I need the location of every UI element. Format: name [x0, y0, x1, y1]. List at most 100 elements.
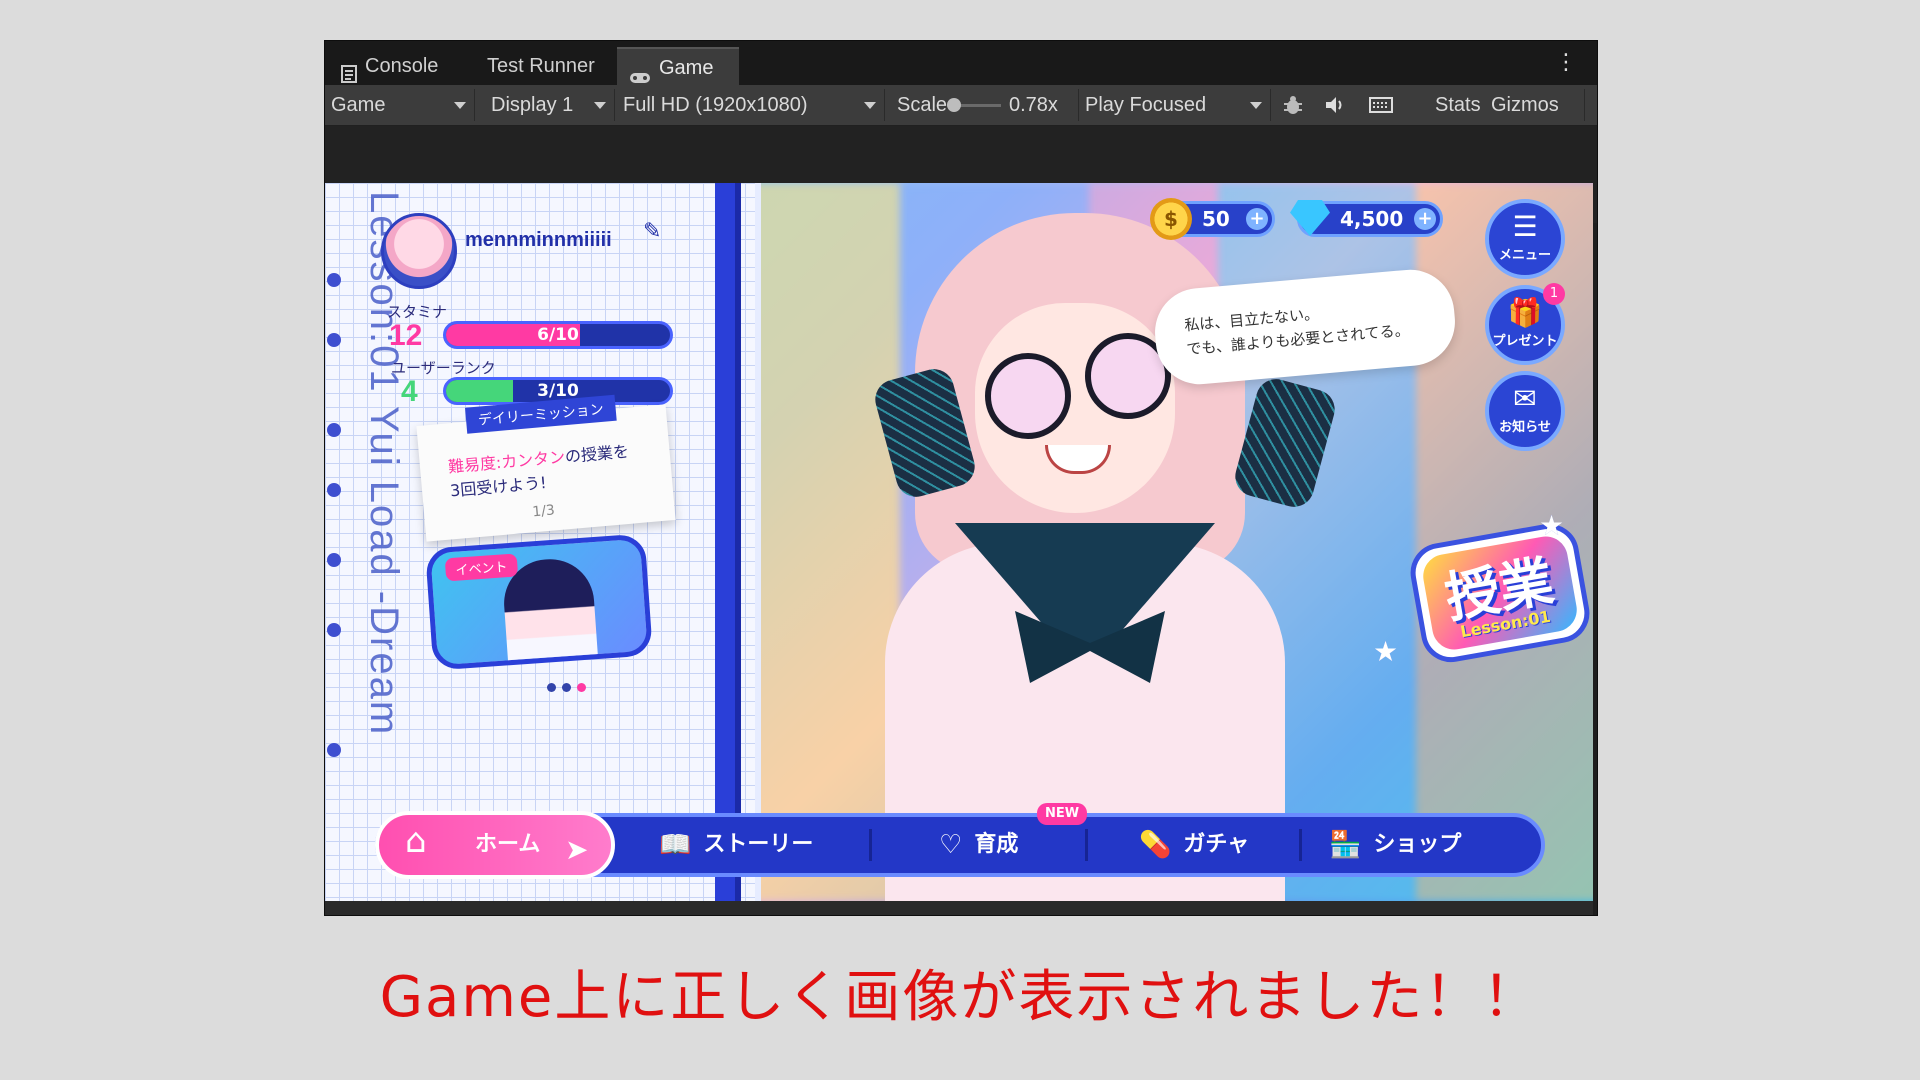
event-carousel-dots[interactable]	[547, 677, 592, 696]
glasses-left	[985, 353, 1071, 439]
scale-value: 0.78x	[1009, 94, 1058, 116]
nav-divider	[1299, 829, 1302, 861]
tab-game[interactable]: Game	[617, 47, 739, 85]
gem-value: 4,500	[1340, 207, 1404, 231]
menu-label: メニュー	[1498, 248, 1551, 263]
nav-home[interactable]: ⌂ ホーム ➤	[375, 811, 615, 879]
play-mode-select[interactable]: Play Focused	[1079, 89, 1271, 121]
gem-counter: 4,500 +	[1290, 200, 1443, 237]
tab-bar: Console Test Runner Game ⋮	[325, 41, 1597, 86]
username: mennminnmiiiii	[465, 229, 612, 251]
nav-training-label: 育成	[974, 832, 1019, 857]
nav-training[interactable]: ♡ 育成 NEW	[939, 803, 1088, 873]
keyboard-shortcuts-icon[interactable]	[1361, 89, 1401, 121]
stamina-bar-text: 6/10	[537, 325, 579, 345]
gizmos-button[interactable]: Gizmos	[1485, 89, 1585, 121]
menu-button[interactable]: ☰ メニュー	[1485, 199, 1565, 279]
event-banner[interactable]: イベント	[425, 533, 653, 671]
resolution-select-value: Full HD (1920x1080)	[623, 94, 808, 116]
star-icon: ★	[1373, 635, 1399, 668]
chevron-down-icon	[1250, 102, 1262, 109]
scale-label: Scale	[897, 94, 948, 116]
nav-story[interactable]: 📖 ストーリー	[659, 817, 813, 873]
mute-audio-icon[interactable]	[1317, 89, 1353, 121]
spiral-ring	[327, 743, 341, 757]
caption-text: Game上に正しく画像が表示されました！！	[379, 965, 1541, 1030]
cursor-icon: ➤	[565, 833, 589, 866]
scale-control: Scale 0.78x	[885, 89, 1079, 121]
play-mode-select-value: Play Focused	[1085, 94, 1207, 116]
tab-test-runner-label: Test Runner	[487, 55, 595, 77]
menu-icon: ☰	[1512, 210, 1538, 243]
stats-button[interactable]: Stats	[1429, 89, 1485, 121]
unity-game-window: Console Test Runner Game ⋮ Game Display …	[324, 40, 1598, 916]
tab-console[interactable]: Console	[329, 47, 450, 85]
daily-mission-text: 難易度:カンタンの授業を 3回受けよう!	[447, 438, 650, 503]
game-toolbar: Game Display 1 Full HD (1920x1080) Scale…	[325, 85, 1597, 126]
present-badge: 1	[1543, 283, 1565, 305]
display-select[interactable]: Display 1	[475, 89, 615, 121]
spiral-ring	[327, 483, 341, 497]
carousel-dot-active[interactable]	[577, 683, 586, 692]
nav-home-label: ホーム	[475, 832, 541, 857]
debug-bug-icon[interactable]	[1275, 89, 1311, 121]
spiral-ring	[327, 623, 341, 637]
game-view[interactable]: Lesson:01 Yui Load -Dream mennminnmiiiii…	[325, 183, 1593, 901]
scale-slider-track[interactable]	[955, 104, 1001, 107]
display-select-value: Display 1	[491, 94, 574, 116]
daily-mission-card[interactable]: デイリーミッション 難易度:カンタンの授業を 3回受けよう! 1/3	[416, 394, 676, 542]
coin-value: 50	[1202, 207, 1230, 231]
rank-level: 4	[401, 375, 418, 408]
stats-label: Stats	[1435, 94, 1481, 116]
present-button[interactable]: 🎁 プレゼント 1	[1485, 283, 1565, 365]
book-icon: 📖	[659, 830, 692, 860]
tab-test-runner[interactable]: Test Runner	[475, 47, 607, 85]
speech-text: 私は、目立たない。 でも、誰よりも必要とされてる。	[1183, 294, 1411, 361]
spiral-ring	[327, 423, 341, 437]
shop-icon: 🏪	[1329, 830, 1362, 860]
coin-icon: $	[1150, 198, 1192, 240]
nav-gacha[interactable]: 💊 ガチャ	[1139, 817, 1249, 873]
nav-divider	[869, 829, 872, 861]
notice-button[interactable]: ✉ お知らせ	[1485, 371, 1565, 451]
chevron-down-icon	[864, 102, 876, 109]
add-coin-button[interactable]: +	[1246, 208, 1268, 230]
notebook-panel: Lesson:01 Yui Load -Dream mennminnmiiiii…	[325, 183, 761, 901]
nav-shop-label: ショップ	[1373, 832, 1462, 857]
spiral-ring	[327, 553, 341, 567]
carousel-dot[interactable]	[547, 683, 556, 692]
envelope-icon: ✉	[1513, 382, 1537, 415]
game-view-bottom-bar	[325, 901, 1593, 915]
star-icon: ★	[1539, 509, 1565, 542]
tab-console-label: Console	[365, 55, 439, 77]
tab-game-label: Game	[659, 57, 714, 79]
resolution-select[interactable]: Full HD (1920x1080)	[615, 89, 885, 121]
notice-label: お知らせ	[1499, 420, 1551, 435]
view-select[interactable]: Game	[325, 89, 475, 121]
gizmos-label: Gizmos	[1491, 94, 1559, 116]
scale-slider-handle[interactable]	[947, 98, 961, 112]
console-icon	[341, 58, 357, 83]
daily-mission-line2: 3回受けよう!	[449, 473, 548, 501]
carousel-dot[interactable]	[562, 683, 571, 692]
spiral-ring	[327, 333, 341, 347]
daily-mission-progress: 1/3	[531, 502, 556, 521]
capsule-icon: 💊	[1139, 830, 1172, 860]
gamepad-icon	[629, 60, 651, 83]
edit-icon[interactable]: ✎	[643, 219, 667, 244]
stamina-level: 12	[389, 319, 423, 352]
avatar[interactable]	[381, 213, 457, 289]
chevron-down-icon	[594, 102, 606, 109]
new-badge: NEW	[1037, 803, 1088, 825]
nav-shop[interactable]: 🏪 ショップ	[1329, 817, 1461, 873]
add-gem-button[interactable]: +	[1414, 208, 1436, 230]
view-select-value: Game	[331, 94, 386, 116]
home-icon: ⌂	[405, 821, 427, 861]
stamina-bar: 6/10	[443, 321, 673, 349]
daily-mission-text-rest: の授業を	[564, 441, 630, 467]
nav-divider	[1085, 829, 1088, 861]
more-options-icon[interactable]: ⋮	[1555, 49, 1577, 77]
chevron-down-icon	[454, 102, 466, 109]
event-tag: イベント	[444, 553, 519, 582]
daily-mission-difficulty: 難易度:カンタン	[447, 447, 566, 477]
